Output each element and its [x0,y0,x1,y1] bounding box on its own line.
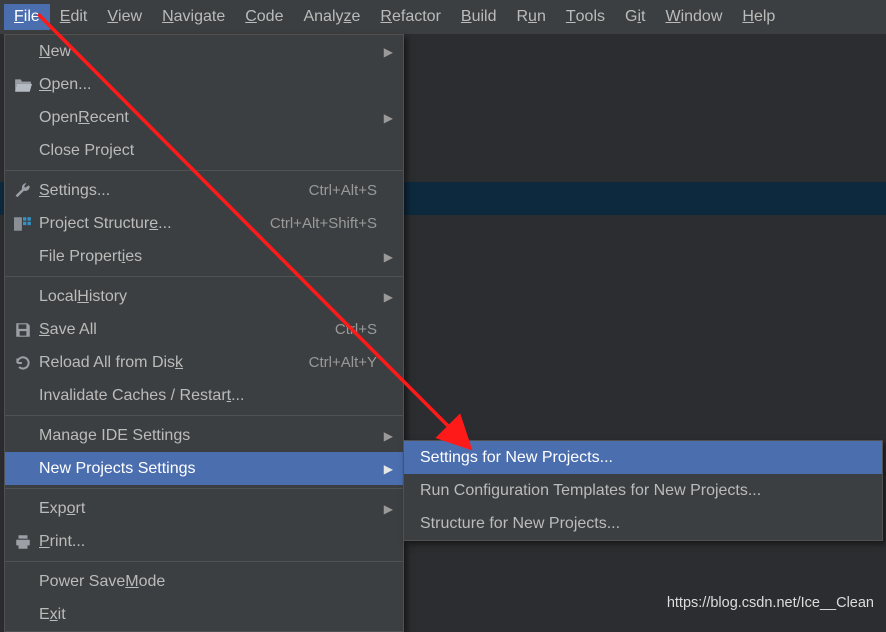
submenu-arrow-icon: ▶ [383,45,393,59]
submenu-settings-for-new-projects[interactable]: Settings for New Projects... [404,441,882,474]
save-icon [13,320,33,340]
submenu-arrow-icon: ▶ [383,111,393,125]
file-dropdown: New ▶ Open... Open Recent ▶ Close Projec… [4,34,404,632]
submenu-arrow-icon: ▶ [383,502,393,516]
file-settings[interactable]: Settings... Ctrl+Alt+S [5,174,403,207]
file-export[interactable]: Export ▶ [5,492,403,525]
file-new[interactable]: New ▶ [5,35,403,68]
menu-run[interactable]: Run [506,4,555,30]
file-reload-from-disk[interactable]: Reload All from Disk Ctrl+Alt+Y [5,346,403,379]
file-project-structure[interactable]: Project Structure... Ctrl+Alt+Shift+S [5,207,403,240]
file-file-properties[interactable]: File Properties ▶ [5,240,403,273]
file-power-save-mode[interactable]: Power Save Mode [5,565,403,598]
blank-icon [13,386,33,406]
menu-view[interactable]: View [97,4,152,30]
blank-icon [13,287,33,307]
file-open-recent[interactable]: Open Recent ▶ [5,101,403,134]
shortcut: Ctrl+S [335,321,383,338]
file-manage-ide-settings[interactable]: Manage IDE Settings ▶ [5,419,403,452]
file-print[interactable]: Print... [5,525,403,558]
blank-icon [13,247,33,267]
file-exit[interactable]: Exit [5,598,403,631]
blank-icon [13,42,33,62]
blank-icon [13,426,33,446]
wrench-icon [13,181,33,201]
blank-icon [13,459,33,479]
submenu-arrow-icon: ▶ [383,429,393,443]
submenu-arrow-icon: ▶ [383,250,393,264]
menu-code[interactable]: Code [235,4,293,30]
menu-edit[interactable]: Edit [50,4,98,30]
structure-icon [13,214,33,234]
new-projects-settings-submenu: Settings for New Projects... Run Configu… [403,440,883,541]
blank-icon [13,605,33,625]
menu-refactor[interactable]: Refactor [370,4,450,30]
file-local-history[interactable]: Local History ▶ [5,280,403,313]
watermark: https://blog.csdn.net/Ice__Clean [667,595,874,611]
menu-file[interactable]: File [4,4,50,30]
menu-window[interactable]: Window [655,4,732,30]
file-open[interactable]: Open... [5,68,403,101]
menu-help[interactable]: Help [732,4,785,30]
reload-icon [13,353,33,373]
print-icon [13,532,33,552]
shortcut: Ctrl+Alt+Shift+S [270,215,383,232]
blank-icon [13,499,33,519]
menu-git[interactable]: Git [615,4,655,30]
shortcut: Ctrl+Alt+S [309,182,383,199]
menu-navigate[interactable]: Navigate [152,4,235,30]
submenu-arrow-icon: ▶ [383,462,393,476]
file-save-all[interactable]: Save All Ctrl+S [5,313,403,346]
separator [5,415,403,416]
menu-tools[interactable]: Tools [556,4,615,30]
separator [5,276,403,277]
blank-icon [13,108,33,128]
file-invalidate-caches[interactable]: Invalidate Caches / Restart... [5,379,403,412]
submenu-structure-for-new-projects[interactable]: Structure for New Projects... [404,507,882,540]
submenu-run-config-templates[interactable]: Run Configuration Templates for New Proj… [404,474,882,507]
separator [5,488,403,489]
blank-icon [13,572,33,592]
file-new-projects-settings[interactable]: New Projects Settings ▶ [5,452,403,485]
shortcut: Ctrl+Alt+Y [309,354,383,371]
open-folder-icon [13,75,33,95]
separator [5,561,403,562]
menubar: File Edit View Navigate Code Analyze Ref… [0,0,886,34]
submenu-arrow-icon: ▶ [383,290,393,304]
blank-icon [13,141,33,161]
file-close-project[interactable]: Close Project [5,134,403,167]
separator [5,170,403,171]
menu-build[interactable]: Build [451,4,507,30]
menu-analyze[interactable]: Analyze [293,4,370,30]
